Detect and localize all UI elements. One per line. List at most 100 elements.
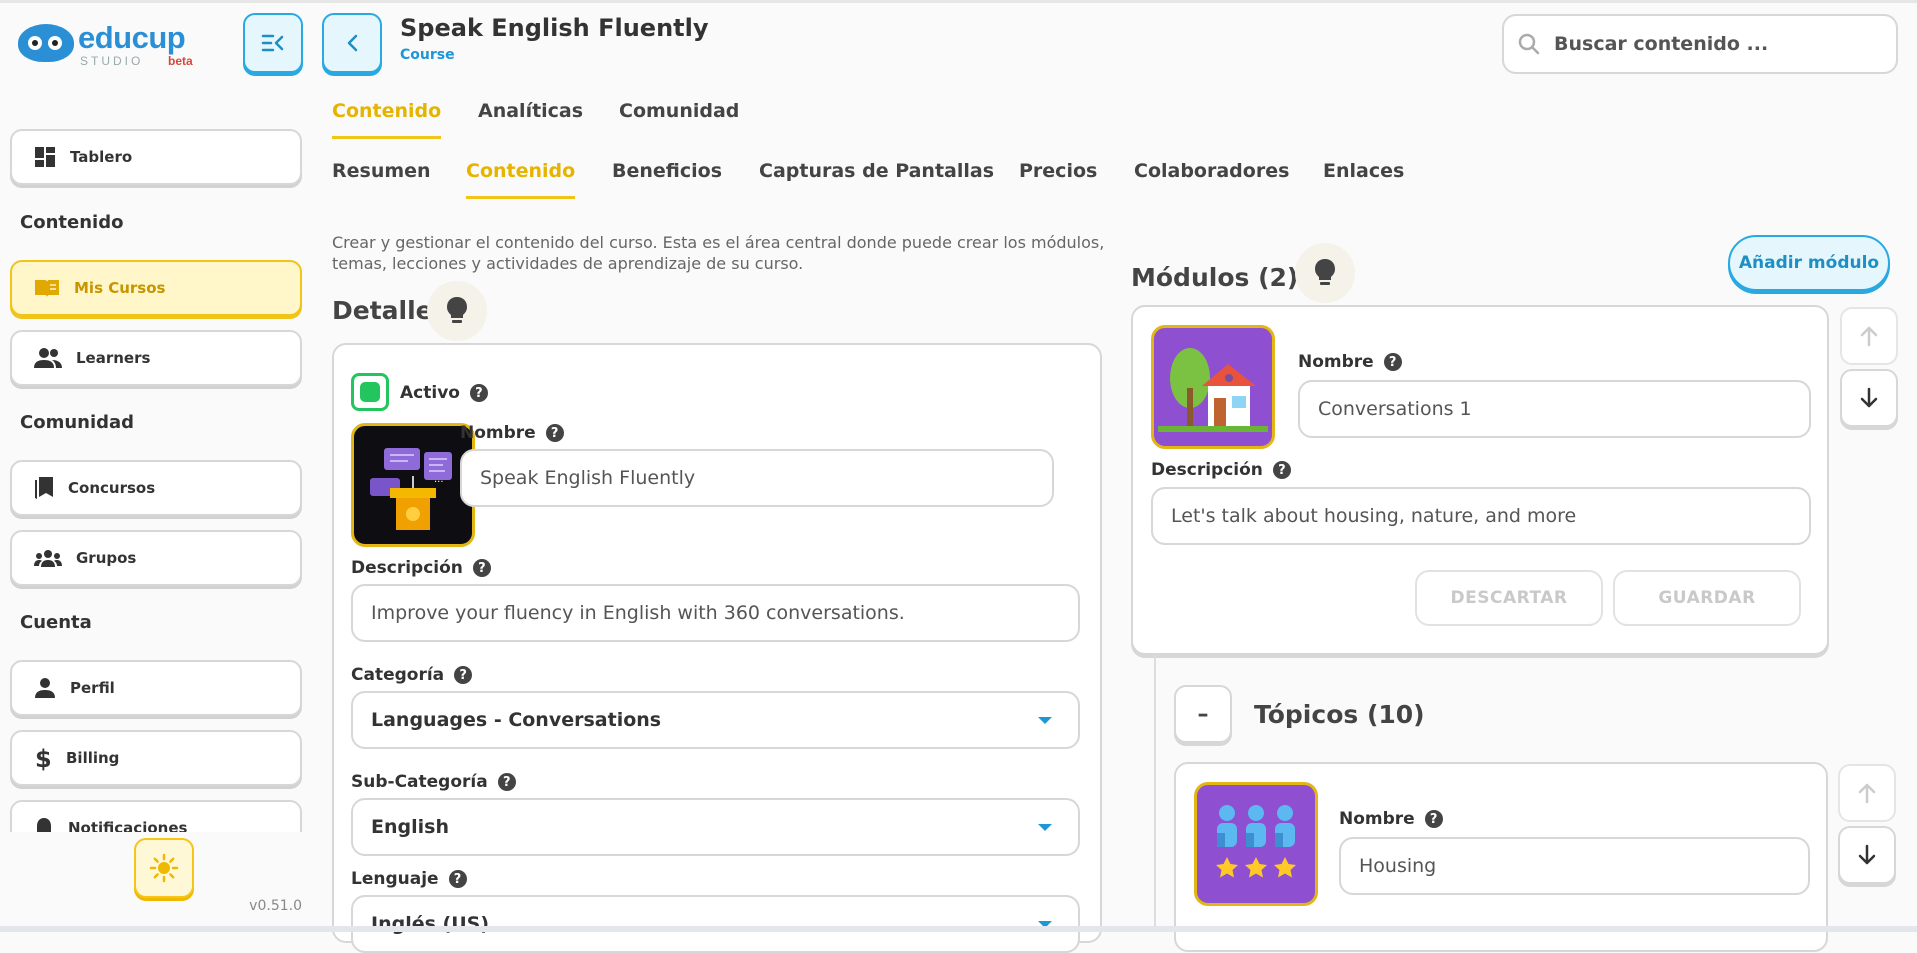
language-select[interactable]: Inglés (US) xyxy=(351,895,1080,953)
educup-logo[interactable]: educup STUDIO beta xyxy=(18,20,193,70)
subtab-resumen[interactable]: Resumen xyxy=(332,160,431,182)
sidebar-item-learners[interactable]: Learners xyxy=(10,330,302,386)
sidebar-item-label: Billing xyxy=(66,749,120,767)
dollar-icon: $ xyxy=(35,745,52,771)
help-icon[interactable]: ? xyxy=(1272,461,1291,479)
sidebar-item-label: Learners xyxy=(76,349,151,367)
module-card: Nombre? Conversations 1 Descripción? Let… xyxy=(1131,305,1829,655)
page-title: Speak English Fluently xyxy=(400,14,709,42)
sidebar-item-notificaciones[interactable]: Notificaciones xyxy=(10,800,302,832)
topics-heading: Tópicos (10) xyxy=(1254,700,1425,729)
sidebar-item-billing[interactable]: $ Billing xyxy=(10,730,302,786)
module-name-input[interactable]: Conversations 1 xyxy=(1298,380,1811,438)
search-icon xyxy=(1518,33,1540,55)
dropdown-caret-icon xyxy=(1038,824,1052,831)
active-checkbox[interactable] xyxy=(351,373,389,411)
bottom-border xyxy=(0,926,1917,932)
theme-toggle-button[interactable] xyxy=(134,838,194,898)
toggle-sidebar-button[interactable] xyxy=(243,13,303,73)
chevron-left-icon xyxy=(347,34,358,52)
details-card: Activo? ... Nombre? Speak English Fluent… xyxy=(332,343,1102,953)
subtab-enlaces[interactable]: Enlaces xyxy=(1323,160,1404,182)
section-comunidad: Comunidad xyxy=(20,412,135,433)
top-border xyxy=(0,0,1917,3)
bell-icon xyxy=(37,818,51,832)
sidebar-item-perfil[interactable]: Perfil xyxy=(10,660,302,716)
subtab-capturas[interactable]: Capturas de Pantallas xyxy=(759,160,994,182)
svg-text:$: $ xyxy=(35,745,52,771)
help-icon[interactable]: ? xyxy=(545,424,564,442)
topic-name-label: Nombre? xyxy=(1339,809,1443,829)
sidebar-item-tablero[interactable]: Tablero xyxy=(10,129,302,185)
help-icon[interactable]: ? xyxy=(454,666,473,684)
add-module-button[interactable]: Añadir módulo xyxy=(1728,235,1890,291)
arrow-down-icon xyxy=(1860,387,1878,408)
subtab-beneficios[interactable]: Beneficios xyxy=(612,160,722,182)
sidebar-nav: Tablero Contenido Mis Cursos Learners Co… xyxy=(0,120,310,832)
move-module-down-button[interactable] xyxy=(1840,369,1898,427)
sidebar-item-label: Notificaciones xyxy=(68,819,188,832)
module-description-input[interactable]: Let's talk about housing, nature, and mo… xyxy=(1151,487,1811,545)
subcategory-value: English xyxy=(371,816,449,838)
subtab-colaboradores[interactable]: Colaboradores xyxy=(1134,160,1289,182)
subcategory-select[interactable]: English xyxy=(351,798,1080,856)
details-tip-button[interactable] xyxy=(427,281,487,341)
page-subtitle: Course xyxy=(400,47,455,63)
tab-contenido[interactable]: Contenido xyxy=(332,100,442,139)
section-contenido: Contenido xyxy=(20,212,124,233)
course-name-input[interactable]: Speak English Fluently xyxy=(460,449,1054,507)
sidebar-item-concursos[interactable]: Concursos xyxy=(10,460,302,516)
section-cuenta: Cuenta xyxy=(20,612,92,633)
category-value: Languages - Conversations xyxy=(371,709,662,731)
sidebar-item-mis-cursos[interactable]: Mis Cursos xyxy=(10,260,302,316)
help-icon[interactable]: ? xyxy=(1424,810,1443,828)
dashboard-icon xyxy=(35,147,55,167)
module-name-label: Nombre? xyxy=(1298,352,1402,372)
sidebar-item-label: Concursos xyxy=(68,479,156,497)
presentation-illustration: ... xyxy=(370,448,452,530)
sidebar-item-grupos[interactable]: Grupos xyxy=(10,530,302,586)
collapse-menu-icon xyxy=(261,34,284,52)
name-label: Nombre? xyxy=(460,423,564,443)
sidebar-item-label: Perfil xyxy=(70,679,115,697)
topic-card: Nombre? Housing xyxy=(1174,762,1828,952)
module-thumbnail[interactable] xyxy=(1151,325,1275,449)
collapse-topics-button[interactable]: – xyxy=(1174,685,1232,743)
help-icon[interactable]: ? xyxy=(1383,353,1402,371)
logo-badge: beta xyxy=(168,54,193,68)
help-icon[interactable]: ? xyxy=(472,559,491,577)
topic-thumbnail[interactable] xyxy=(1194,782,1318,906)
logo-text: educup xyxy=(78,20,186,55)
help-icon[interactable]: ? xyxy=(448,870,467,888)
help-icon[interactable]: ? xyxy=(497,773,516,791)
tree-connector xyxy=(1154,655,1156,932)
minus-icon: – xyxy=(1197,701,1209,727)
save-button[interactable]: GUARDAR xyxy=(1613,570,1801,626)
arrow-up-icon xyxy=(1858,783,1876,804)
subtab-precios[interactable]: Precios xyxy=(1019,160,1097,182)
bookmark-icon xyxy=(35,477,53,499)
category-select[interactable]: Languages - Conversations xyxy=(351,691,1080,749)
move-module-up-button[interactable] xyxy=(1840,307,1898,365)
tab-comunidad[interactable]: Comunidad xyxy=(619,100,739,122)
subtab-contenido[interactable]: Contenido xyxy=(466,160,576,199)
book-icon xyxy=(35,280,59,297)
tab-analiticas[interactable]: Analíticas xyxy=(478,100,583,122)
module-description-label: Descripción? xyxy=(1151,460,1291,480)
move-topic-down-button[interactable] xyxy=(1838,826,1896,884)
move-topic-up-button[interactable] xyxy=(1838,764,1896,822)
modules-tip-button[interactable] xyxy=(1295,243,1355,303)
discard-button[interactable]: DESCARTAR xyxy=(1415,570,1603,626)
help-icon[interactable]: ? xyxy=(469,384,488,402)
back-button[interactable] xyxy=(322,13,382,73)
course-description-input[interactable]: Improve your fluency in English with 360… xyxy=(351,584,1080,642)
lightbulb-icon xyxy=(447,297,467,323)
search-input[interactable]: Buscar contenido ... xyxy=(1502,14,1898,74)
logo-subtext: STUDIO xyxy=(80,54,144,68)
topic-name-input[interactable]: Housing xyxy=(1339,837,1810,895)
section-description: Crear y gestionar el contenido del curso… xyxy=(332,233,1105,273)
course-thumbnail[interactable]: ... xyxy=(351,423,475,547)
people-icon xyxy=(34,348,62,368)
category-label: Categoría? xyxy=(351,665,473,685)
arrow-down-icon xyxy=(1858,844,1876,865)
